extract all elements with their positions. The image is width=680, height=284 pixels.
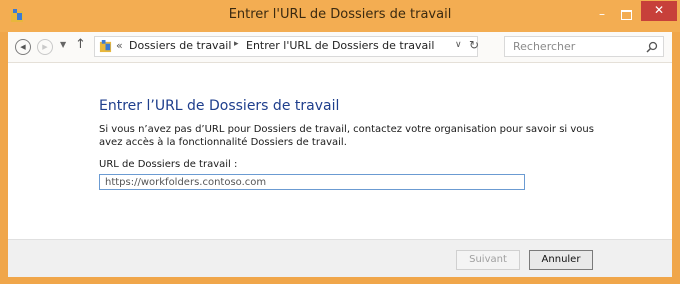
breadcrumb-separator-icon[interactable]: ▸ — [234, 39, 239, 49]
description-text: Si vous n’avez pas d’URL pour Dossiers d… — [99, 124, 594, 148]
refresh-icon[interactable]: ↻ — [469, 38, 479, 52]
close-button[interactable]: ✕ — [641, 1, 677, 21]
up-button[interactable]: ↑ — [75, 37, 86, 52]
cancel-button[interactable]: Annuler — [529, 250, 593, 270]
minimize-button[interactable]: – — [590, 6, 614, 24]
maximize-icon — [621, 10, 632, 20]
next-button[interactable]: Suivant — [456, 250, 520, 270]
forward-button[interactable]: ▶ — [37, 39, 53, 55]
maximize-button[interactable] — [615, 6, 637, 24]
url-field-label: URL de Dossiers de travail : — [99, 159, 238, 170]
search-placeholder: Rechercher — [513, 40, 576, 53]
breadcrumb-dossiers-de-travail[interactable]: Dossiers de travail — [129, 39, 231, 52]
recent-locations-button[interactable]: ▼ — [60, 40, 66, 49]
address-dropdown-icon[interactable]: ∨ — [455, 40, 462, 50]
address-bar[interactable]: « Dossiers de travail ▸ Entrer l'URL de … — [94, 36, 479, 57]
search-icon[interactable] — [645, 40, 659, 54]
main-content: Entrer l’URL de Dossiers de travail Si v… — [8, 63, 672, 239]
breadcrumb-overflow[interactable]: « — [116, 39, 123, 52]
search-box[interactable]: Rechercher — [504, 36, 664, 57]
work-folders-icon — [99, 40, 112, 53]
dialog-window: Entrer l'URL de Dossiers de travail – ✕ … — [0, 0, 680, 284]
navigation-bar: ◀ ▶ ▼ ↑ « Dossiers de travail ▸ Entrer l… — [8, 32, 672, 63]
forward-arrow-icon: ▶ — [42, 43, 48, 51]
title-bar[interactable]: Entrer l'URL de Dossiers de travail – ✕ — [0, 0, 680, 32]
page-title: Entrer l’URL de Dossiers de travail — [99, 98, 340, 114]
back-arrow-icon: ◀ — [20, 43, 26, 51]
back-button[interactable]: ◀ — [15, 39, 31, 55]
work-folders-url-input[interactable] — [99, 174, 525, 190]
window-title: Entrer l'URL de Dossiers de travail — [228, 7, 452, 22]
dialog-footer: Suivant Annuler — [8, 239, 672, 277]
breadcrumb-current[interactable]: Entrer l'URL de Dossiers de travail — [246, 39, 434, 52]
